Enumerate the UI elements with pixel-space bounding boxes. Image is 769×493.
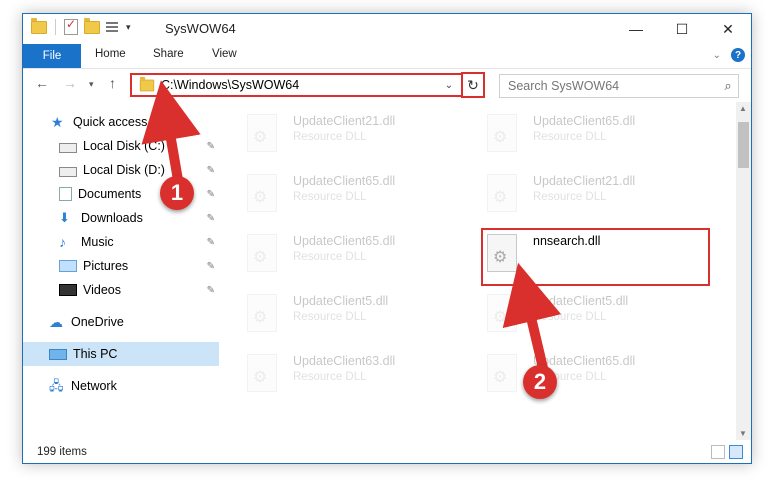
step-1-badge: 1 [160, 176, 194, 210]
arrow-to-address-bar [141, 80, 201, 185]
step-2-badge: 2 [523, 365, 557, 399]
arrow-to-nnsearch-file [502, 262, 562, 373]
annotation-arrows [141, 80, 562, 373]
